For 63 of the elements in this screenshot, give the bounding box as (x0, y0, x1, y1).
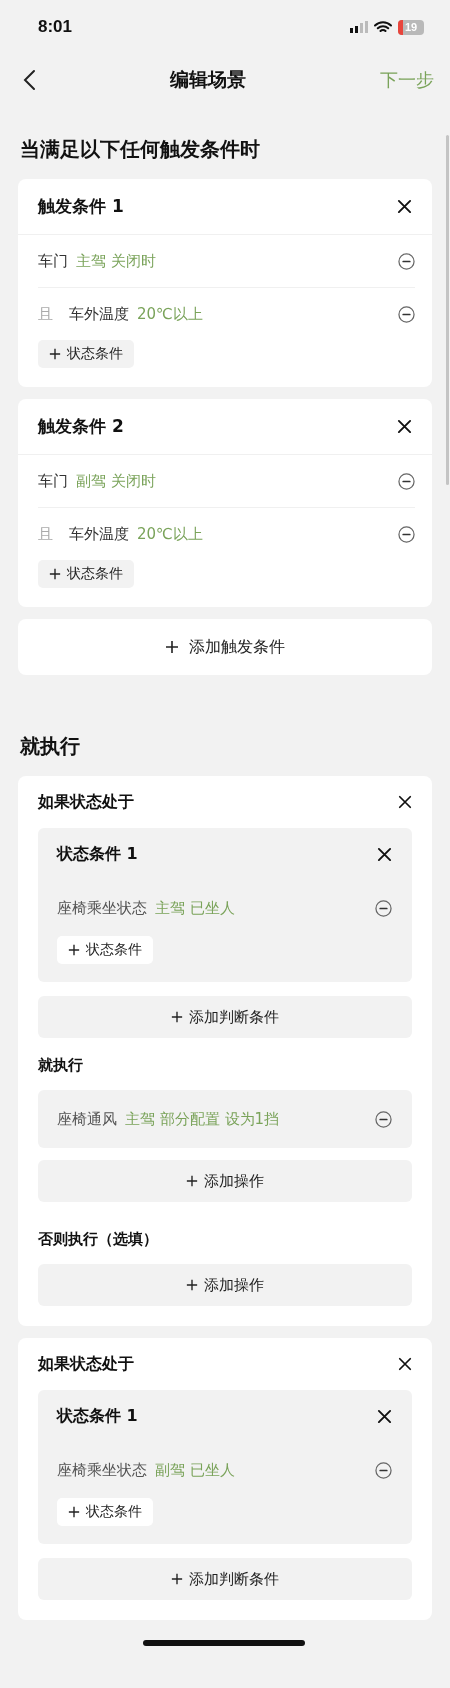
section-title: 当满足以下任何触发条件时 (20, 136, 261, 163)
condition-title: 状态条件 1 (57, 843, 138, 865)
condition-value: 主驾 关闭时 (76, 251, 157, 271)
condition-label: 车门 (38, 251, 68, 271)
condition-value: 主驾 部分配置 设为1挡 (125, 1109, 281, 1129)
close-icon[interactable] (398, 1357, 412, 1371)
close-icon[interactable] (377, 1408, 392, 1424)
condition-value: 20℃以上 (137, 524, 204, 544)
condition-label: 车外温度 (69, 524, 129, 544)
battery-icon: 19 (398, 19, 424, 35)
remove-icon[interactable] (398, 472, 415, 490)
plus-icon (68, 1506, 80, 1518)
add-state-condition-button[interactable]: 状态条件 (57, 1498, 153, 1526)
plus-icon (68, 944, 80, 956)
remove-icon[interactable] (398, 252, 415, 270)
plus-icon (165, 640, 179, 654)
condition-value: 副驾 已坐人 (155, 1460, 236, 1480)
close-icon[interactable] (397, 199, 412, 214)
connector-label: 且 (38, 304, 53, 324)
wifi-icon (374, 20, 392, 34)
remove-icon[interactable] (375, 899, 392, 917)
close-icon[interactable] (377, 846, 392, 862)
condition-value: 主驾 已坐人 (155, 898, 236, 918)
remove-icon[interactable] (398, 525, 415, 543)
plus-icon (186, 1175, 198, 1187)
add-action-button[interactable]: 添加操作 (38, 1264, 412, 1306)
condition-label: 车外温度 (69, 304, 129, 324)
trigger-title: 触发条件 1 (38, 195, 124, 218)
close-icon[interactable] (398, 795, 412, 809)
subsection-label: 就执行 (38, 1054, 84, 1076)
subsection-label: 否则执行（选填） (38, 1228, 159, 1250)
back-icon[interactable] (22, 69, 36, 91)
section-title: 就执行 (20, 733, 81, 760)
condition-title: 状态条件 1 (57, 1405, 138, 1427)
remove-icon[interactable] (375, 1110, 392, 1128)
trigger-title: 触发条件 2 (38, 415, 124, 438)
add-state-condition-button[interactable]: 状态条件 (38, 560, 134, 588)
add-state-condition-button[interactable]: 状态条件 (57, 936, 153, 964)
add-trigger-button[interactable]: 添加触发条件 (18, 619, 432, 675)
condition-label: 座椅乘坐状态 (57, 898, 147, 918)
signal-icon (350, 21, 368, 33)
add-judgement-button[interactable]: 添加判断条件 (38, 1558, 412, 1600)
remove-icon[interactable] (375, 1461, 392, 1479)
add-state-condition-button[interactable]: 状态条件 (38, 340, 134, 368)
condition-value: 副驾 关闭时 (76, 471, 157, 491)
plus-icon (186, 1279, 198, 1291)
plus-icon (49, 568, 61, 580)
block-title: 如果状态处于 (38, 1353, 134, 1375)
remove-icon[interactable] (398, 305, 415, 323)
add-action-button[interactable]: 添加操作 (38, 1160, 412, 1202)
plus-icon (171, 1573, 183, 1585)
status-time: 8:01 (38, 17, 73, 37)
condition-value: 20℃以上 (137, 304, 204, 324)
plus-icon (49, 348, 61, 360)
condition-label: 座椅通风 (57, 1109, 117, 1129)
add-judgement-button[interactable]: 添加判断条件 (38, 996, 412, 1038)
block-title: 如果状态处于 (38, 791, 134, 813)
condition-label: 座椅乘坐状态 (57, 1460, 147, 1480)
condition-label: 车门 (38, 471, 68, 491)
plus-icon (171, 1011, 183, 1023)
page-title: 编辑场景 (170, 67, 246, 92)
connector-label: 且 (38, 524, 53, 544)
close-icon[interactable] (397, 419, 412, 434)
